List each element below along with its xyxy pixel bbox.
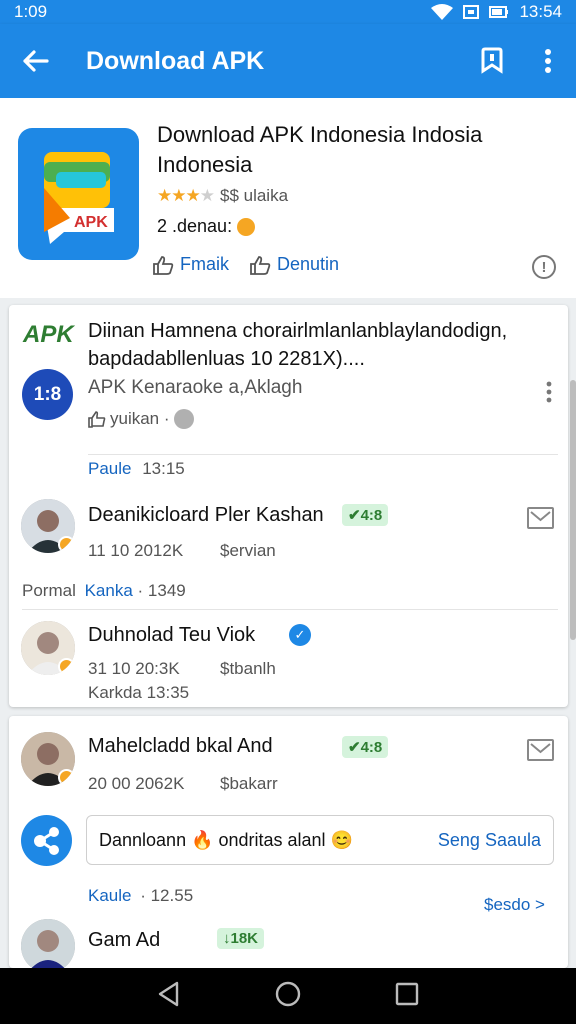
nav-back-button[interactable] bbox=[157, 981, 181, 1012]
thumbs-up-icon bbox=[153, 255, 174, 275]
feed-card-2: Mahelcladd bkal And ✔4:8 20 00 2062K $ba… bbox=[9, 716, 568, 973]
nav-home-button[interactable] bbox=[275, 981, 301, 1012]
user-name[interactable]: Deanikicloard Pler Kashan bbox=[88, 504, 324, 527]
comment-text: Dannloann 🔥 ondritas alanl 😊 bbox=[99, 829, 353, 850]
message-button[interactable] bbox=[527, 739, 554, 761]
more-vert-icon bbox=[545, 49, 551, 73]
rating: ★★★★ $$ ulaika bbox=[157, 186, 288, 206]
app-actions: Fmaik Denutin bbox=[152, 254, 339, 275]
like-outline-icon bbox=[88, 410, 106, 428]
notification-icon bbox=[463, 5, 480, 19]
app-bar: Download APK bbox=[0, 24, 576, 98]
bookmark-icon bbox=[481, 47, 503, 74]
user-name[interactable]: Mahelcladd bkal And bbox=[88, 735, 273, 758]
rating-text: $$ ulaika bbox=[219, 186, 289, 205]
battery-icon bbox=[489, 6, 509, 18]
square-recents-icon bbox=[395, 982, 419, 1005]
rating-stars-icon: ★★★★ bbox=[157, 186, 215, 205]
post-subtitle: APK Kenaraoke a,Aklagh bbox=[88, 377, 303, 398]
divider bbox=[22, 609, 558, 610]
thumbs-up-outline-icon bbox=[250, 255, 271, 275]
circle-home-icon bbox=[275, 981, 301, 1006]
user-tag: ✔4:8 bbox=[342, 736, 389, 758]
mail-icon bbox=[530, 743, 551, 754]
downloads-count: 2 .denau: bbox=[157, 216, 256, 237]
bookmark-button[interactable] bbox=[464, 47, 520, 75]
app-bar-title: Download APK bbox=[86, 46, 265, 75]
app-title: Download APK Indonesia Indosia Indonesia bbox=[157, 122, 483, 177]
triangle-back-icon bbox=[158, 981, 179, 1006]
more-options-button[interactable] bbox=[520, 48, 576, 74]
download-button[interactable]: Denutin bbox=[249, 254, 339, 275]
user-tag: ✔4:8 bbox=[342, 504, 389, 526]
post-meta: yuikan · bbox=[88, 409, 194, 429]
info-icon: ! bbox=[541, 258, 547, 276]
section-header-1: Paule 13:15 bbox=[88, 459, 185, 478]
user-name[interactable]: Gam Ad bbox=[88, 929, 160, 952]
see-more-link[interactable]: $esdo > bbox=[484, 895, 545, 915]
comment-link[interactable]: Seng Saaula bbox=[438, 830, 541, 851]
badge-icon bbox=[58, 769, 75, 786]
post-avatar[interactable]: 1:8 bbox=[22, 369, 73, 420]
section-header-2: Pormal Kanka · 1349 bbox=[22, 581, 186, 600]
app-header: APK Download APK Indonesia Indosia Indon… bbox=[0, 98, 576, 298]
globe-icon bbox=[173, 409, 194, 429]
user-tag: ↓18K bbox=[217, 928, 265, 949]
mail-icon bbox=[530, 511, 551, 522]
user-status: $ervian bbox=[220, 541, 276, 560]
share-button[interactable] bbox=[21, 815, 72, 866]
avatar[interactable] bbox=[21, 732, 75, 786]
user-stats: 11 10 2012K bbox=[88, 541, 184, 560]
message-button[interactable] bbox=[527, 507, 554, 529]
card-headline: Diinan Hamnena chorairlmlanlanblaylandod… bbox=[88, 320, 508, 370]
system-nav-bar bbox=[0, 968, 576, 1024]
status-time: 1:09 bbox=[14, 2, 48, 21]
logo-text: APK bbox=[74, 214, 108, 231]
avatar[interactable] bbox=[21, 499, 75, 553]
person-photo-icon bbox=[21, 919, 75, 973]
status-bar: 1:09 13:54 bbox=[0, 0, 576, 24]
verified-icon: ✓ bbox=[289, 624, 311, 646]
post-more-button[interactable] bbox=[546, 381, 552, 408]
feed-card-1: APK Diinan Hamnena chorairlmlanlanblayla… bbox=[9, 305, 568, 707]
section-header-3: Kaule · 12.55 bbox=[88, 886, 194, 905]
comment-box[interactable]: Dannloann 🔥 ondritas alanl 😊 Seng Saaula bbox=[86, 815, 554, 865]
divider bbox=[88, 454, 558, 455]
user-status: $tbanlh bbox=[220, 659, 276, 678]
status-clock: 13:54 bbox=[519, 2, 562, 21]
badge-icon bbox=[58, 658, 75, 675]
info-button[interactable]: ! bbox=[532, 255, 556, 279]
nav-recents-button[interactable] bbox=[395, 982, 419, 1011]
back-button[interactable] bbox=[0, 49, 70, 73]
user-stats: 31 10 20:3K bbox=[88, 659, 180, 678]
apk-logo-icon bbox=[44, 152, 114, 244]
more-vert-icon bbox=[546, 381, 552, 403]
avatar[interactable] bbox=[21, 621, 75, 675]
user-stats: 20 00 2062K bbox=[88, 774, 185, 793]
like-button[interactable]: Fmaik bbox=[152, 254, 229, 275]
app-logo[interactable]: APK bbox=[18, 128, 139, 260]
wifi-icon bbox=[431, 4, 454, 20]
user-status: $bakarr bbox=[220, 774, 278, 793]
badge-icon bbox=[58, 536, 75, 553]
user-footer: Karkda 13:35 bbox=[88, 683, 190, 702]
avatar[interactable] bbox=[21, 919, 75, 973]
brand-label: APK bbox=[23, 321, 74, 348]
emoji-icon bbox=[237, 218, 256, 237]
user-name[interactable]: Duhnolad Teu Viok bbox=[88, 624, 255, 647]
arrow-left-icon bbox=[23, 50, 49, 72]
share-icon bbox=[34, 827, 59, 855]
scrollbar[interactable] bbox=[570, 380, 576, 640]
